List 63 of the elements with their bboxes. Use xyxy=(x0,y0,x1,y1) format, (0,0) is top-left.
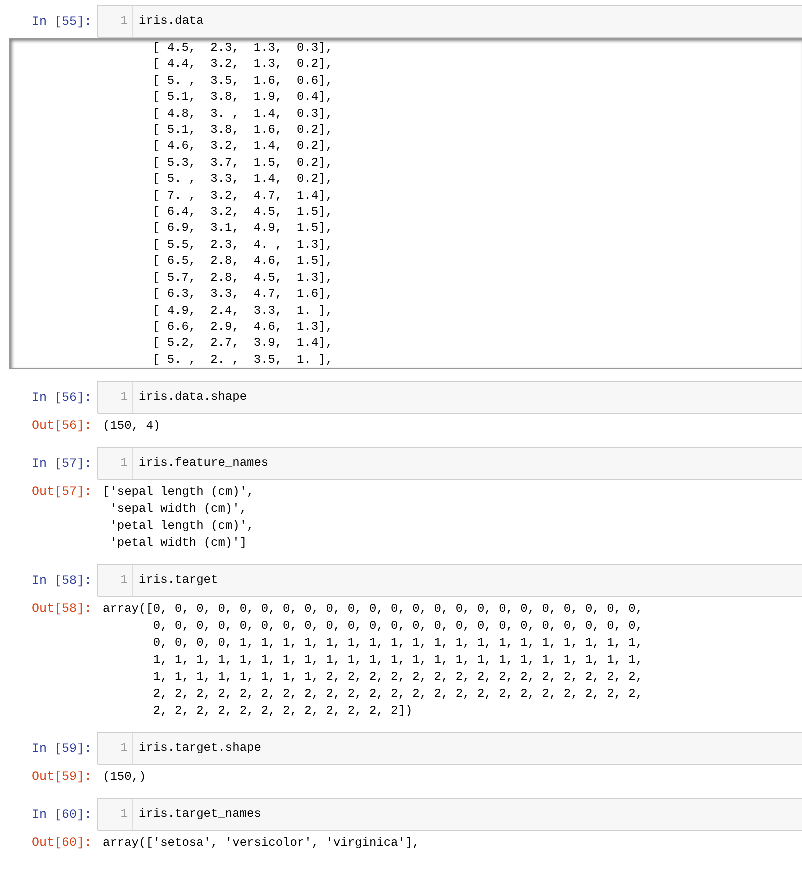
output-line: [ 4.6, 3.2, 1.4, 0.2], xyxy=(153,138,334,155)
output-line: [ 6.5, 2.8, 4.6, 1.5], xyxy=(153,253,334,270)
code-line: iris.target_names xyxy=(138,806,262,823)
output-line: 'petal width (cm)'] xyxy=(109,535,248,552)
output-line: (150, 4) xyxy=(103,418,161,435)
code-line: iris.target xyxy=(138,572,218,589)
output-line: [ 7. , 3.2, 4.7, 1.4], xyxy=(153,188,334,204)
output-line: [ 5. , 3.5, 1.6, 0.6], xyxy=(153,72,334,90)
output-line: [ 5.2, 2.7, 3.9, 1.4], xyxy=(153,335,334,352)
line-number: 1 xyxy=(98,565,133,596)
code-editor[interactable]: 1 iris.feature_names xyxy=(97,447,802,480)
line-number: 1 xyxy=(98,6,133,37)
output-line: [ 4.4, 3.2, 1.3, 0.2], xyxy=(153,56,334,73)
output-line: 0, 0, 0, 0, 1, 1, 1, 1, 1, 1, 1, 1, 1, 1, 1, 1, 1, 1, 1, 1, 1, 1, 1, xyxy=(152,635,644,652)
output-line: 2, 2, 2, 2, 2, 2, 2, 2, 2, 2, 2, 2, 2, 2, 2, 2, 2, 2, 2, 2, 2, 2, 2, xyxy=(152,686,644,703)
code-editor[interactable]: 1 iris.data.shape xyxy=(97,381,802,414)
output-line: [ 4.8, 3. , 1.4, 0.3], xyxy=(153,106,334,122)
code-editor[interactable]: 1 iris.target xyxy=(97,564,802,597)
line-number: 1 xyxy=(98,799,133,830)
code-line: iris.data.shape xyxy=(138,389,248,406)
input-prompt: In [60]: xyxy=(30,808,93,822)
output-line: (150,) xyxy=(103,769,146,786)
output-line: ['sepal length (cm)', xyxy=(103,484,254,501)
output-line: 1, 1, 1, 1, 1, 1, 1, 1, 2, 2, 2, 2, 2, 2, 2, 2, 2, 2, 2, 2, 2, 2, 2, xyxy=(152,669,644,686)
input-prompt: In [55]: xyxy=(30,14,93,28)
output-line: [ 6.3, 3.3, 4.7, 1.6], xyxy=(153,286,334,302)
code-editor[interactable]: 1 iris.target.shape xyxy=(97,732,802,765)
output-prompt: Out[58]: xyxy=(30,601,93,618)
output-line: 'sepal width (cm)', xyxy=(109,501,248,518)
output-line: [ 5.1, 3.8, 1.9, 0.4], xyxy=(153,89,334,106)
code-editor[interactable]: 1 iris.target_names xyxy=(97,798,802,831)
output-prompt: Out[59]: xyxy=(30,769,93,786)
code-line: iris.data xyxy=(138,13,204,30)
output-line: array(['setosa', 'versicolor', 'virginica'], xyxy=(103,835,420,852)
output-line: 1, 1, 1, 1, 1, 1, 1, 1, 1, 1, 1, 1, 1, 1, 1, 1, 1, 1, 1, 1, 1, 1, 1, xyxy=(152,652,644,669)
output-line: [ 4.9, 2.4, 3.3, 1. ], xyxy=(153,302,334,319)
line-number: 1 xyxy=(98,733,133,764)
output-line: [ 5. , 2. , 3.5, 1. ], xyxy=(153,352,334,368)
output-line: array([0, 0, 0, 0, 0, 0, 0, 0, 0, 0, 0, 0, 0, 0, 0, 0, 0, 0, 0, 0, 0, 0, 0, xyxy=(103,601,644,618)
output-line: [ 5.1, 3.8, 1.6, 0.2], xyxy=(153,122,334,138)
output-line: [ 5.3, 3.7, 1.5, 0.2], xyxy=(153,154,334,172)
output-prompt: Out[60]: xyxy=(30,835,93,852)
output-line: 2, 2, 2, 2, 2, 2, 2, 2, 2, 2, 2, 2]) xyxy=(152,703,414,720)
input-prompt: In [57]: xyxy=(30,456,93,470)
line-number: 1 xyxy=(98,382,133,413)
output-line: [ 5.5, 2.3, 4. , 1.3], xyxy=(153,236,334,254)
line-number: 1 xyxy=(98,448,133,479)
output-line: [ 4.5, 2.3, 1.3, 0.3], xyxy=(153,40,334,56)
output-line: [ 6.9, 3.1, 4.9, 1.5], xyxy=(153,220,334,237)
output-line: 'petal length (cm)', xyxy=(109,518,254,535)
code-line: iris.feature_names xyxy=(138,455,269,472)
output-line: 0, 0, 0, 0, 0, 0, 0, 0, 0, 0, 0, 0, 0, 0, 0, 0, 0, 0, 0, 0, 0, 0, 0, xyxy=(152,618,644,635)
output-line: [ 5.7, 2.8, 4.5, 1.3], xyxy=(153,270,334,286)
output-prompt: Out[57]: xyxy=(30,484,93,501)
output-line: [ 5. , 3.3, 1.4, 0.2], xyxy=(153,171,334,188)
output-line: [ 6.4, 3.2, 4.5, 1.5], xyxy=(153,204,334,220)
output-line: [ 6.6, 2.9, 4.6, 1.3], xyxy=(153,318,334,336)
input-prompt: In [59]: xyxy=(30,742,93,756)
input-prompt: In [56]: xyxy=(30,390,93,404)
input-prompt: In [58]: xyxy=(30,574,93,588)
output-prompt: Out[56]: xyxy=(30,418,93,435)
code-line: iris.target.shape xyxy=(138,740,262,757)
code-editor[interactable]: 1 iris.data xyxy=(97,5,802,38)
